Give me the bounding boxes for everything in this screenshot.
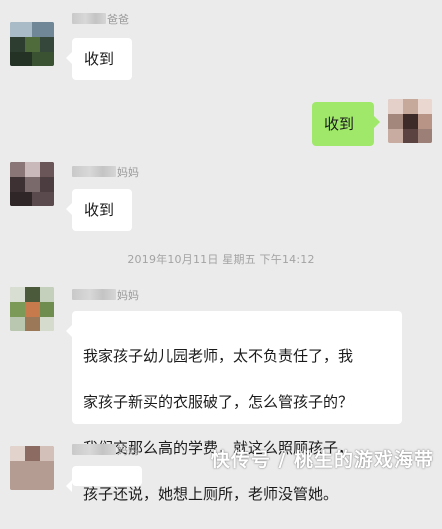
message-bubble[interactable]: 收到 — [66, 38, 132, 80]
avatar[interactable] — [10, 162, 54, 206]
message-bubble-partial[interactable] — [66, 466, 142, 492]
sender-name: 妈妈 — [72, 444, 139, 458]
message-text: 收到 — [84, 50, 115, 68]
message-bubble[interactable]: 我家孩子幼儿园老师，太不负责任了，我 家孩子新买的衣服破了，怎么管孩子的？ 我们… — [66, 311, 402, 503]
avatar[interactable] — [10, 446, 54, 490]
avatar[interactable] — [10, 287, 54, 331]
message-line: 孩子还说，她想上厕所，老师没管她。 — [83, 485, 339, 503]
message-text: 收到 — [84, 201, 115, 219]
redacted-name — [72, 13, 106, 24]
message-bubble[interactable]: 收到 — [312, 102, 380, 146]
message-text: 收到 — [324, 115, 355, 133]
sender-name: 妈妈 — [72, 166, 139, 180]
redacted-name — [72, 289, 116, 300]
avatar[interactable] — [388, 99, 432, 143]
avatar-image — [10, 162, 54, 206]
message-line: 我家孩子幼儿园老师，太不负责任了，我 — [83, 347, 354, 365]
avatar[interactable] — [10, 22, 54, 66]
message-bubble[interactable]: 收到 — [66, 189, 132, 231]
avatar-image — [10, 287, 54, 331]
avatar-image — [10, 22, 54, 66]
avatar-image — [10, 446, 54, 490]
sender-name: 爸爸 — [72, 13, 129, 27]
redacted-name — [72, 166, 116, 177]
watermark: 快传号 / 桃生的游戏海带 — [210, 449, 434, 471]
message-line: 家孩子新买的衣服破了，怎么管孩子的？ — [83, 393, 354, 411]
redacted-name — [72, 444, 116, 455]
timestamp: 2019年10月11日 星期五 下午14:12 — [127, 253, 315, 266]
sender-name: 妈妈 — [72, 289, 139, 303]
avatar-image — [388, 99, 432, 143]
